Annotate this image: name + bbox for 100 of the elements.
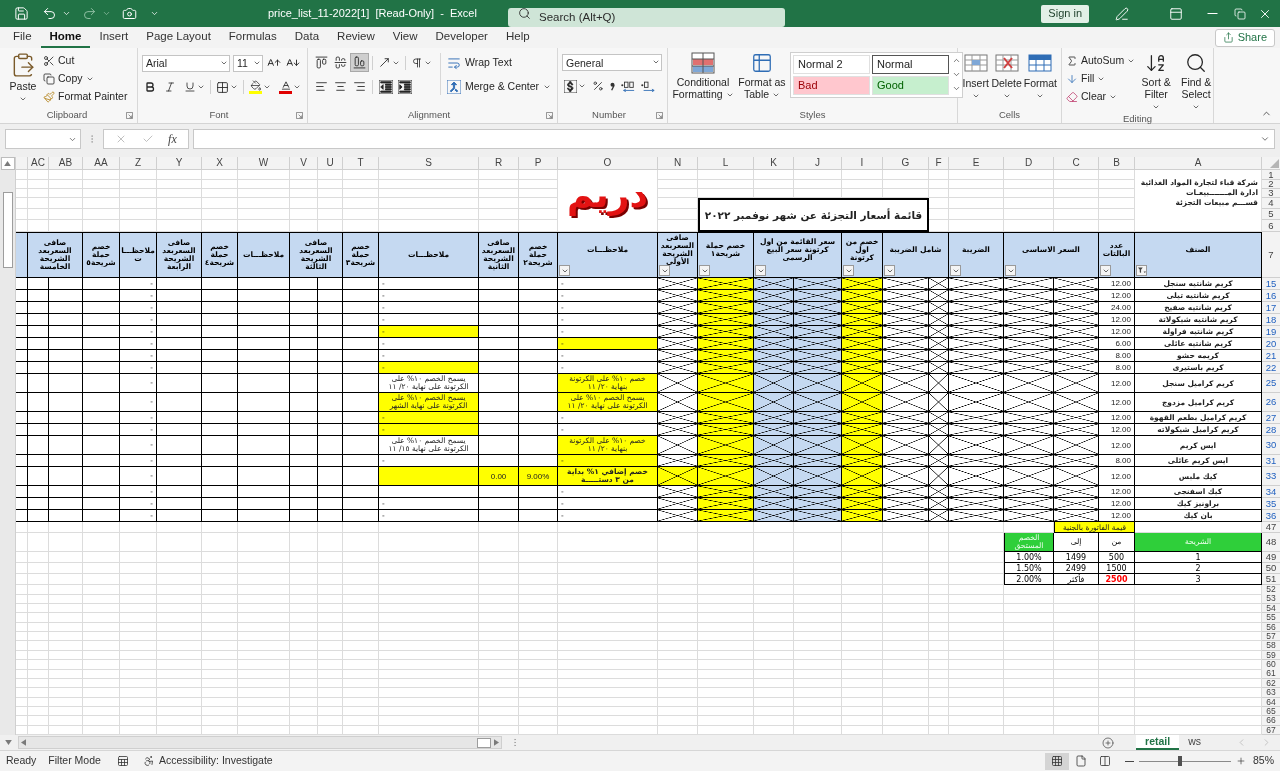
search-field[interactable]: Search (Alt+Q) xyxy=(508,7,785,27)
row-number[interactable]: 21 xyxy=(1262,350,1280,362)
accessibility-button[interactable]: Accessibility: Investigate xyxy=(142,753,273,769)
column-header[interactable]: I xyxy=(842,157,883,170)
column-header[interactable]: Z xyxy=(120,157,157,170)
add-sheet-button[interactable] xyxy=(1102,736,1115,749)
row-number[interactable]: 27 xyxy=(1262,412,1280,424)
decrease-indent-button[interactable] xyxy=(376,77,395,96)
merge-center-button[interactable]: Merge & Center xyxy=(447,77,552,96)
menu-tab[interactable]: Data xyxy=(285,27,329,48)
number-format-field[interactable]: General xyxy=(562,54,662,71)
column-header[interactable]: V xyxy=(290,157,318,170)
column-header[interactable]: D xyxy=(1004,157,1054,170)
dialog-launcher-icon[interactable] xyxy=(546,112,553,119)
column-header[interactable]: L xyxy=(698,157,754,170)
vertical-align-button[interactable] xyxy=(350,53,369,72)
filter-dropdown-button[interactable] xyxy=(1005,265,1016,276)
filter-dropdown-button[interactable] xyxy=(884,265,895,276)
filter-dropdown-button[interactable] xyxy=(950,265,961,276)
row-number[interactable]: 17 xyxy=(1262,302,1280,314)
row-number[interactable]: 7 xyxy=(1262,232,1280,278)
row-number[interactable]: 55 xyxy=(1262,613,1280,623)
share-button[interactable]: Share xyxy=(1214,28,1275,47)
row-number[interactable]: 26 xyxy=(1262,393,1280,412)
column-header[interactable]: U xyxy=(318,157,343,170)
row-number[interactable]: 5 xyxy=(1262,209,1280,220)
autosum-button[interactable]: AutoSum xyxy=(1066,52,1136,70)
row-number[interactable]: 16 xyxy=(1262,290,1280,302)
zoom-in-button[interactable] xyxy=(1236,756,1246,766)
row-number[interactable]: 22 xyxy=(1262,362,1280,374)
restore-button[interactable] xyxy=(1234,7,1246,20)
clear-button[interactable]: Clear xyxy=(1066,88,1136,106)
menu-tab[interactable]: Review xyxy=(328,27,384,48)
row-number[interactable]: 6 xyxy=(1262,220,1280,232)
row-number[interactable]: 20 xyxy=(1262,338,1280,350)
row-number[interactable]: 35 xyxy=(1262,498,1280,510)
filter-dropdown-button[interactable] xyxy=(755,265,766,276)
column-header[interactable]: N xyxy=(658,157,698,170)
column-header[interactable]: R xyxy=(479,157,519,170)
row-number[interactable]: 31 xyxy=(1262,455,1280,467)
cell-style-option[interactable]: Bad xyxy=(793,76,870,95)
column-header[interactable]: B xyxy=(1099,157,1135,170)
formula-input-field[interactable] xyxy=(193,129,1275,149)
filter-dropdown-button[interactable] xyxy=(843,265,854,276)
row-number[interactable]: 36 xyxy=(1262,510,1280,522)
fill-button[interactable]: Fill xyxy=(1066,70,1136,88)
pen-button[interactable] xyxy=(1115,6,1129,21)
row-number[interactable]: 51 xyxy=(1262,574,1280,585)
vertical-align-button[interactable] xyxy=(331,53,350,72)
format-painter-button[interactable]: Format Painter xyxy=(43,88,128,106)
filter-dropdown-button[interactable] xyxy=(1100,265,1111,276)
format-as-table-button[interactable]: Format as Table xyxy=(736,52,788,100)
column-header[interactable]: E xyxy=(949,157,1004,170)
row-number[interactable]: 4 xyxy=(1262,198,1280,209)
row-number[interactable]: 47 xyxy=(1262,522,1280,533)
zoom-slider-thumb[interactable] xyxy=(1178,756,1183,766)
cell-style-option[interactable]: Good xyxy=(872,76,949,95)
row-number[interactable]: 34 xyxy=(1262,486,1280,498)
menu-tab[interactable]: Help xyxy=(496,27,539,48)
column-header[interactable]: X xyxy=(202,157,238,170)
row-number[interactable]: 15 xyxy=(1262,278,1280,290)
copy-button[interactable]: Copy xyxy=(43,70,128,88)
column-header[interactable]: AC xyxy=(28,157,49,170)
format-cells-button[interactable]: Format xyxy=(1023,52,1057,100)
sort-filter-button[interactable]: Sort & Filter xyxy=(1139,52,1174,112)
cell-style-option[interactable]: Normal xyxy=(872,55,949,74)
column-header[interactable]: G xyxy=(883,157,929,170)
column-header[interactable]: W xyxy=(238,157,290,170)
scroll-up-button[interactable] xyxy=(0,157,15,170)
dialog-launcher-icon[interactable] xyxy=(656,112,663,119)
cut-button[interactable]: Cut xyxy=(43,52,128,70)
vertical-scrollbar[interactable] xyxy=(0,157,16,735)
menu-tab[interactable]: Developer xyxy=(426,27,497,48)
column-header[interactable]: AB xyxy=(49,157,83,170)
menu-tab[interactable]: Insert xyxy=(90,27,138,48)
column-header[interactable]: J xyxy=(794,157,842,170)
paste-button[interactable]: Paste xyxy=(8,52,38,106)
row-number[interactable]: 28 xyxy=(1262,424,1280,436)
sheet-tab[interactable]: retail xyxy=(1136,735,1180,750)
font-name-field[interactable]: Arial xyxy=(142,54,230,72)
dialog-launcher-icon[interactable] xyxy=(126,112,133,119)
row-number[interactable]: 53 xyxy=(1262,594,1280,604)
font-size-field[interactable]: 11 xyxy=(233,54,263,72)
row-number[interactable]: 19 xyxy=(1262,326,1280,338)
menu-tab[interactable]: File xyxy=(4,27,41,48)
sheet-tab[interactable]: ws xyxy=(1179,735,1210,750)
sign-in-button[interactable]: Sign in xyxy=(1041,4,1089,23)
column-header[interactable]: S xyxy=(379,157,479,170)
column-header[interactable]: AA xyxy=(83,157,120,170)
increase-indent-button[interactable] xyxy=(395,77,414,96)
find-select-button[interactable]: Find & Select xyxy=(1177,52,1216,112)
wrap-text-button[interactable]: Wrap Text xyxy=(447,53,552,72)
conditional-formatting-button[interactable]: Conditional Formatting xyxy=(672,52,734,100)
scrollbar-thumb[interactable] xyxy=(2,192,13,268)
column-header[interactable]: Y xyxy=(157,157,202,170)
cell-style-option[interactable]: Normal 2 xyxy=(793,55,870,74)
insert-function-button[interactable]: fx xyxy=(168,130,177,148)
row-number[interactable]: 48 xyxy=(1262,533,1280,552)
delete-cells-button[interactable]: Delete xyxy=(991,52,1022,100)
row-number[interactable]: 18 xyxy=(1262,314,1280,326)
